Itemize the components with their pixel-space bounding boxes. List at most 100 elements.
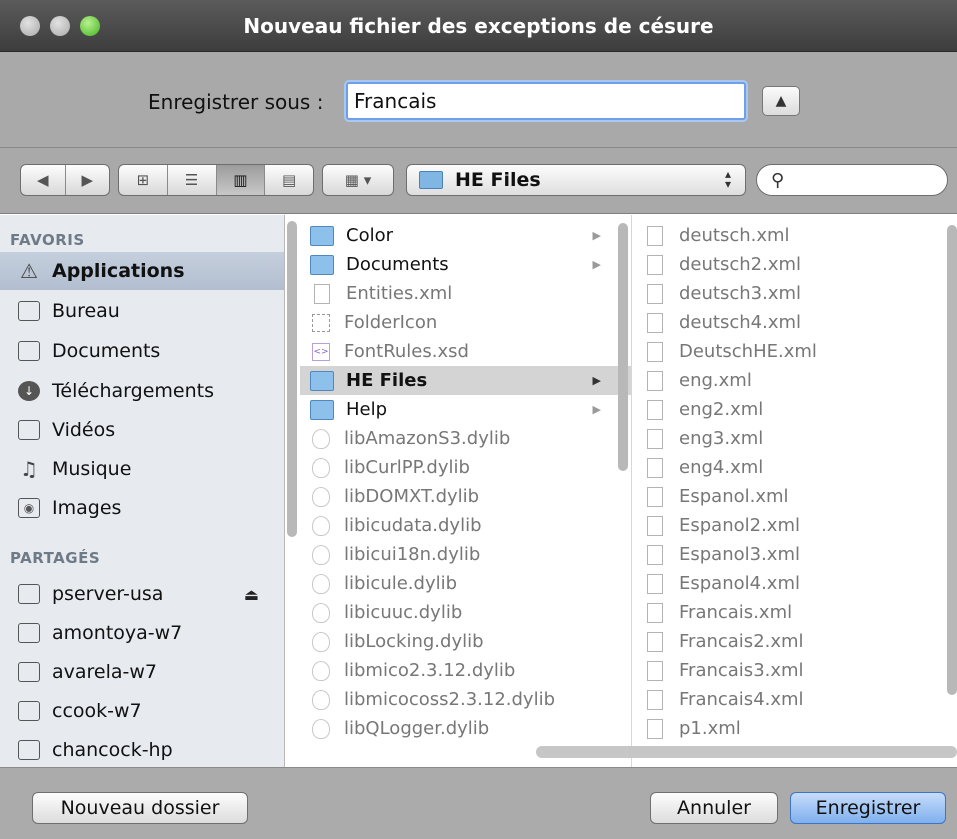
sidebar-item-images[interactable]: ◉ Images [0, 489, 284, 527]
library-icon [312, 428, 330, 449]
list-item[interactable]: libAmazonS3.dylib [300, 424, 631, 453]
list-item[interactable]: libCurlPP.dylib [300, 453, 631, 482]
list-item[interactable]: Francais.xml [633, 598, 957, 627]
arrange-icon: ▦ ▾ [344, 171, 372, 189]
triangle-up-icon: ▲ [775, 93, 787, 109]
search-icon: ⚲ [771, 169, 785, 191]
list-item[interactable]: Documents ▶ [300, 250, 631, 279]
list-item[interactable]: p1.xml [633, 714, 957, 743]
view-mode-segment: ⊞ ☰ ▥ ▤ [118, 164, 314, 196]
sidebar-item-avarela-w7[interactable]: avarela-w7 [0, 653, 284, 691]
library-icon [312, 515, 330, 536]
list-item[interactable]: Francais3.xml [633, 656, 957, 685]
list-item[interactable]: Espanol.xml [633, 482, 957, 511]
document-icon [647, 341, 663, 362]
document-icon [647, 573, 663, 594]
sidebar-item-ccook-w7[interactable]: ccook-w7 [0, 692, 284, 730]
column-view-button[interactable]: ▥ [216, 165, 266, 195]
sidebar-item-label: avarela-w7 [52, 661, 158, 683]
computer-icon [18, 584, 40, 604]
sidebar-item-videos[interactable]: Vidéos [0, 411, 284, 449]
column-2-scrollbar[interactable] [947, 225, 957, 695]
eject-icon[interactable]: ⏏ [244, 585, 259, 604]
sidebar-item-telechargements[interactable]: ↓ Téléchargements [0, 372, 284, 410]
list-item[interactable]: eng.xml [633, 366, 957, 395]
icon-view-button[interactable]: ⊞ [119, 165, 168, 195]
list-item[interactable]: libmicocoss2.3.12.dylib [300, 685, 631, 714]
forward-button[interactable]: ▶ [66, 165, 110, 195]
document-icon [647, 399, 663, 420]
list-item[interactable]: eng4.xml [633, 453, 957, 482]
list-item[interactable]: libicuuc.dylib [300, 598, 631, 627]
list-item[interactable]: eng2.xml [633, 395, 957, 424]
document-icon [647, 689, 663, 710]
list-item[interactable]: HE Files ▶ [300, 366, 631, 395]
sidebar-item-amontoya-w7[interactable]: amontoya-w7 [0, 614, 284, 652]
image-file-icon [312, 313, 330, 332]
list-item[interactable]: FolderIcon [300, 308, 631, 337]
back-button[interactable]: ◀ [21, 165, 66, 195]
collapse-dialog-button[interactable]: ▲ [762, 86, 800, 116]
sidebar-item-label: Documents [52, 340, 161, 362]
list-item[interactable]: deutsch4.xml [633, 308, 957, 337]
list-item[interactable]: Francais2.xml [633, 627, 957, 656]
save-button[interactable]: Enregistrer [790, 792, 946, 824]
document-icon [647, 428, 663, 449]
sidebar-item-applications[interactable]: ⚠ Applications [0, 252, 284, 290]
list-item[interactable]: libQLogger.dylib [300, 714, 631, 743]
list-item[interactable]: Color ▶ [300, 221, 631, 250]
library-icon [312, 660, 330, 681]
save-as-area: Enregistrer sous : ▲ [0, 52, 957, 148]
horizontal-scrollbar[interactable] [536, 746, 957, 758]
sidebar-scrollbar[interactable] [287, 221, 297, 537]
location-popup[interactable]: HE Files ▴ ▾ [406, 164, 746, 196]
list-item[interactable]: eng3.xml [633, 424, 957, 453]
list-item[interactable]: Espanol4.xml [633, 569, 957, 598]
list-item[interactable]: libDOMXT.dylib [300, 482, 631, 511]
list-item[interactable]: libicudata.dylib [300, 511, 631, 540]
computer-icon [18, 740, 40, 760]
list-item[interactable]: libmico2.3.12.dylib [300, 656, 631, 685]
document-icon [647, 254, 663, 275]
column-1-scrollbar[interactable] [618, 223, 628, 471]
list-item[interactable]: Help ▶ [300, 395, 631, 424]
library-icon [312, 544, 330, 565]
list-item[interactable]: libLocking.dylib [300, 627, 631, 656]
list-item[interactable]: deutsch2.xml [633, 250, 957, 279]
sidebar-item-musique[interactable]: ♫ Musique [0, 450, 284, 488]
list-item[interactable]: libicui18n.dylib [300, 540, 631, 569]
arrange-menu-button[interactable]: ▦ ▾ [322, 164, 394, 196]
cancel-button[interactable]: Annuler [650, 792, 778, 824]
list-item[interactable]: Espanol2.xml [633, 511, 957, 540]
document-icon [647, 660, 663, 681]
sidebar-item-documents[interactable]: Documents [0, 332, 284, 370]
movies-icon [18, 420, 40, 440]
list-item[interactable]: deutsch.xml [633, 221, 957, 250]
sidebar-item-bureau[interactable]: Bureau [0, 292, 284, 330]
list-item[interactable]: libicule.dylib [300, 569, 631, 598]
new-folder-button[interactable]: Nouveau dossier [32, 792, 248, 824]
list-item[interactable]: Entities.xml [300, 279, 631, 308]
save-as-label: Enregistrer sous : [148, 90, 324, 114]
sidebar-item-label: Bureau [52, 300, 120, 322]
document-icon [314, 283, 330, 304]
computer-icon [18, 701, 40, 721]
xml-schema-icon: <> [312, 342, 330, 361]
filename-input[interactable] [346, 82, 746, 120]
toolbar: ◀ ▶ ⊞ ☰ ▥ ▤ ▦ ▾ HE Files ▴ ▾ ⚲ [0, 148, 957, 214]
sidebar-item-label: Téléchargements [52, 380, 214, 402]
document-icon [647, 225, 663, 246]
sidebar: FAVORIS ⚠ Applications Bureau Documents … [0, 215, 285, 767]
list-item[interactable]: DeutschHE.xml [633, 337, 957, 366]
chevron-left-icon: ◀ [36, 171, 49, 189]
sidebar-item-pserver-usa[interactable]: pserver-usa ⏏ [0, 575, 284, 613]
list-item[interactable]: Francais4.xml [633, 685, 957, 714]
list-item[interactable]: deutsch3.xml [633, 279, 957, 308]
column-view-icon: ▥ [233, 171, 248, 189]
list-item[interactable]: <> FontRules.xsd [300, 337, 631, 366]
search-field[interactable]: ⚲ [756, 164, 948, 196]
coverflow-view-button[interactable]: ▤ [265, 165, 313, 195]
sidebar-item-chancock-hp[interactable]: chancock-hp [0, 731, 284, 767]
list-view-button[interactable]: ☰ [168, 165, 217, 195]
list-item[interactable]: Espanol3.xml [633, 540, 957, 569]
